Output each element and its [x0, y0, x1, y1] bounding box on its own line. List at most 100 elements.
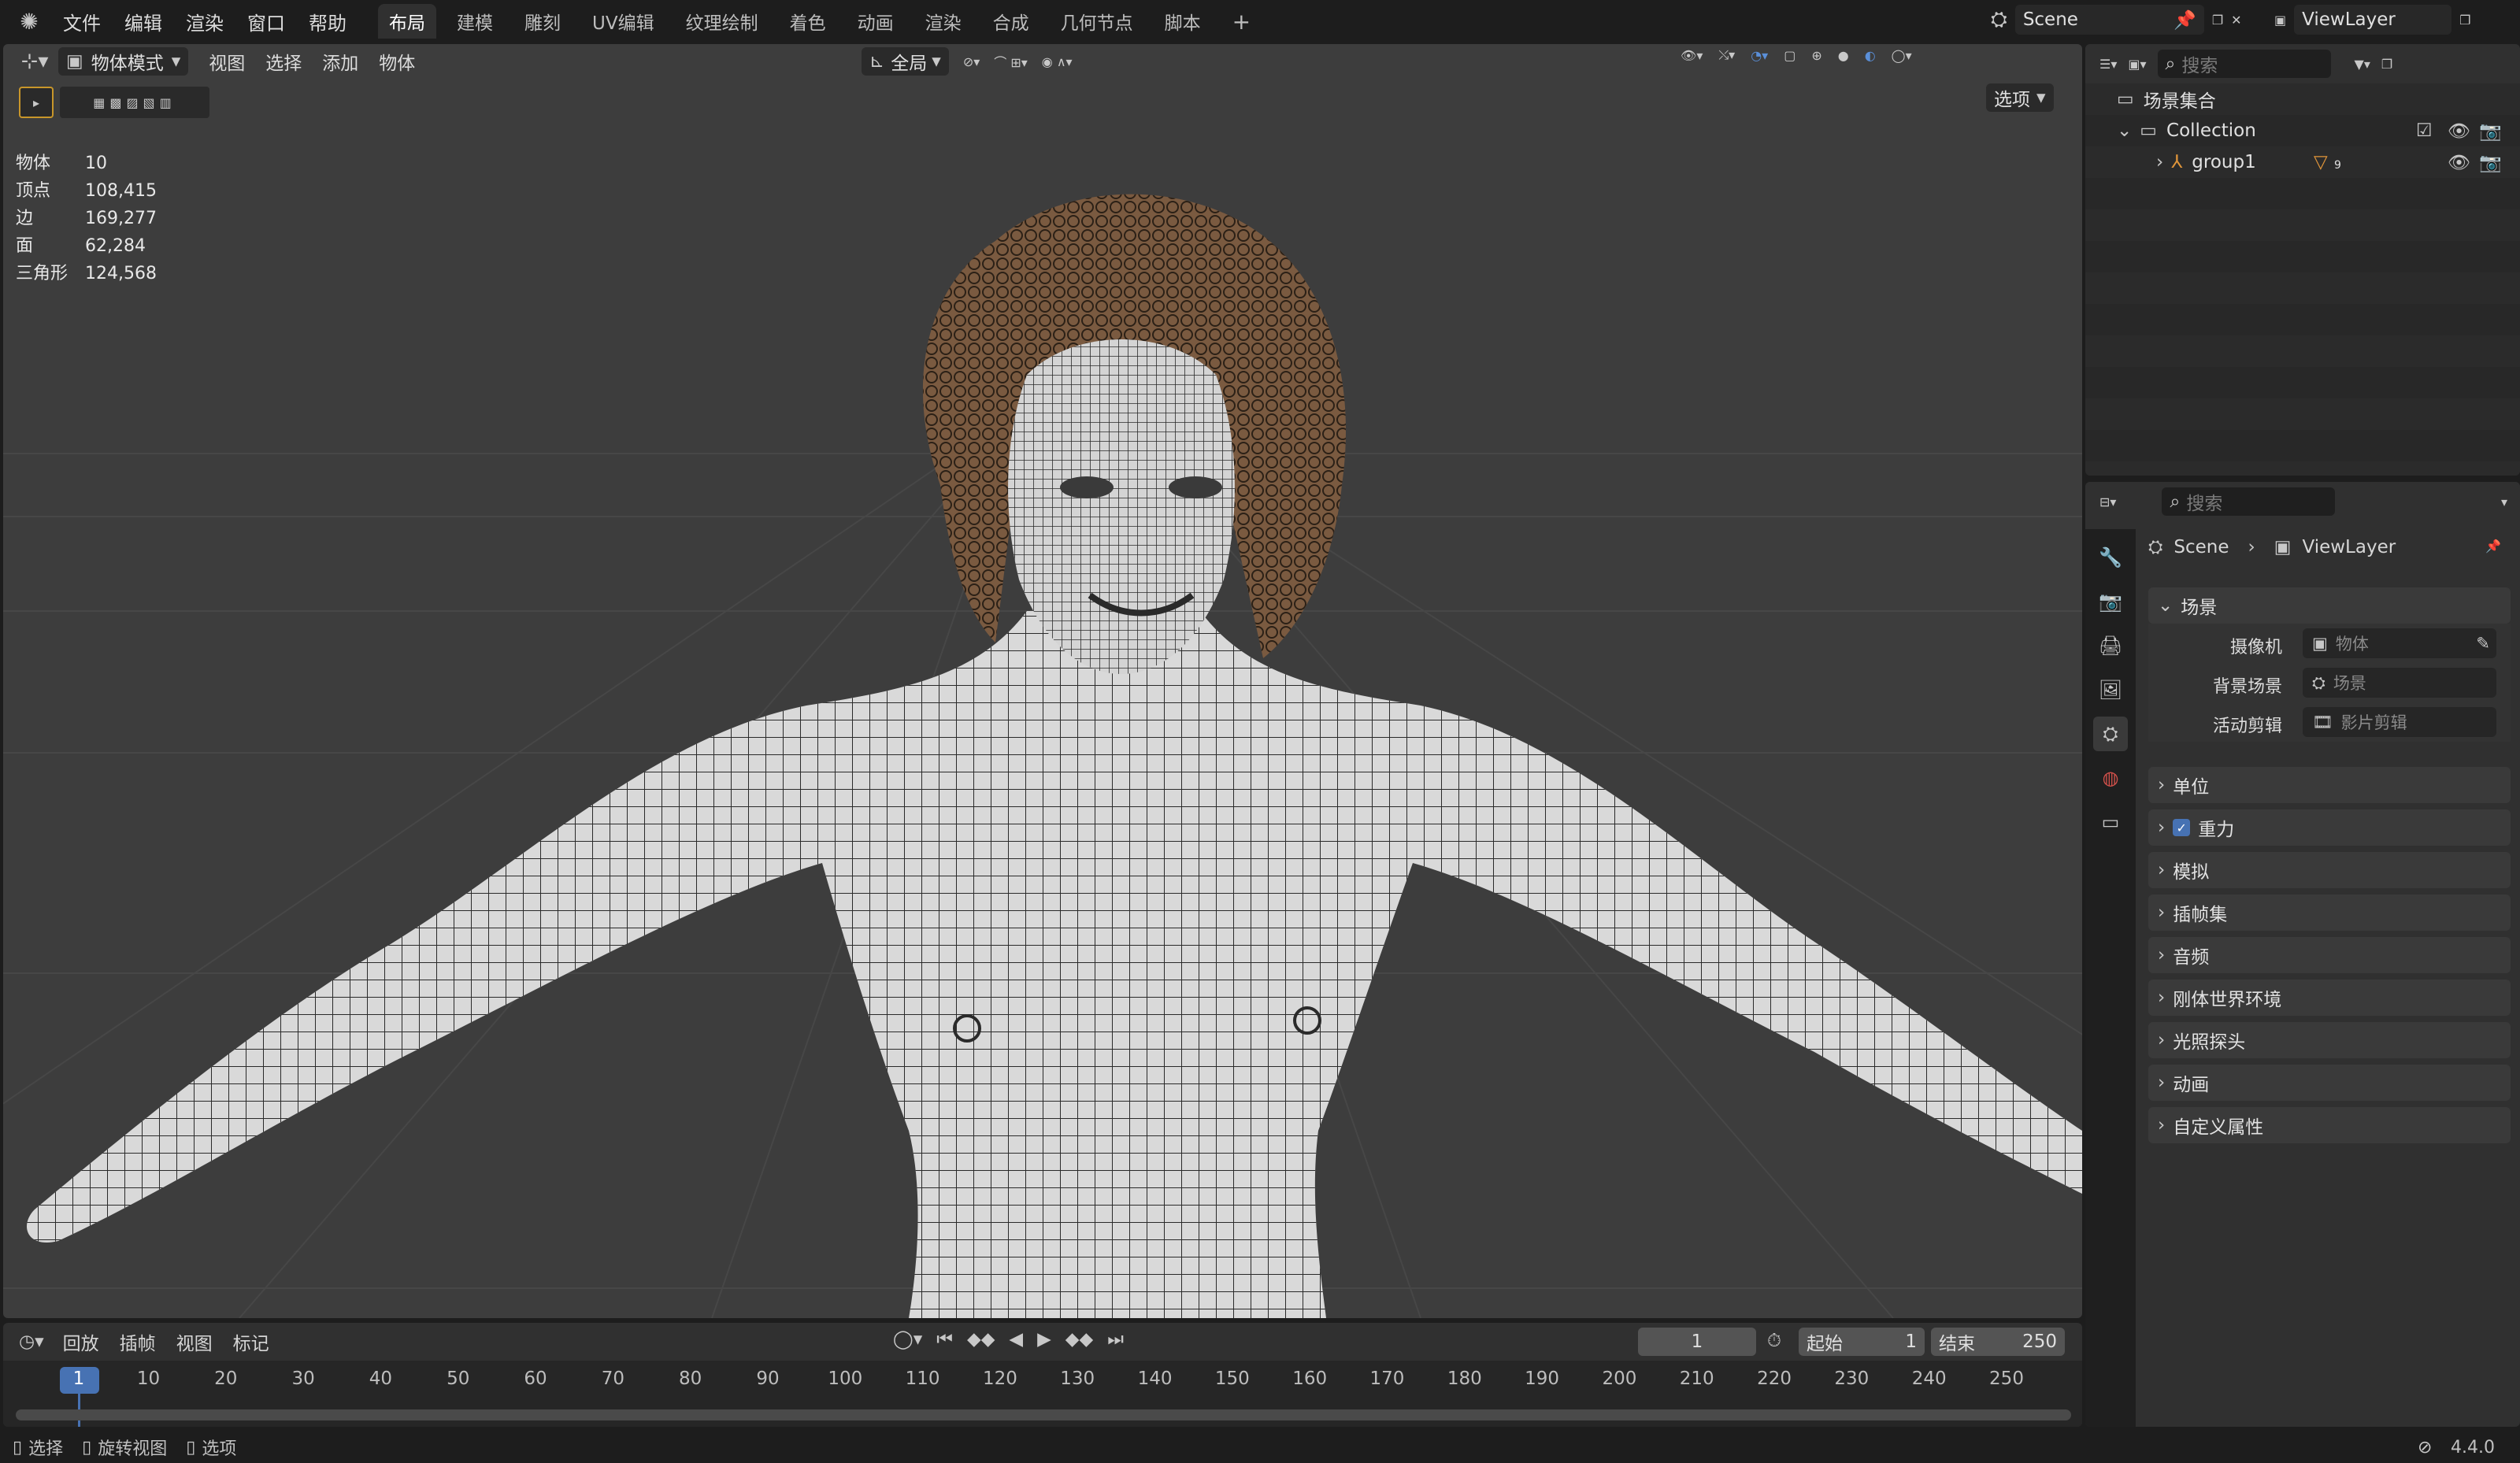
tab-texture-paint[interactable]: 纹理绘制 — [675, 4, 769, 39]
jump-start-icon[interactable]: ⏮ — [936, 1329, 953, 1350]
tool-tab-icon[interactable]: 🔧 — [2093, 540, 2128, 575]
menu-add[interactable]: 添加 — [322, 48, 358, 75]
scene-name-field[interactable]: Scene 📌 — [2014, 5, 2204, 35]
timeline-scrollbar[interactable] — [16, 1409, 2071, 1420]
next-keyframe-icon[interactable]: ◆◆ — [1065, 1329, 1093, 1350]
xray-icon[interactable]: ▢ — [1784, 48, 1796, 63]
world-tab-icon[interactable]: ◍ — [2093, 761, 2128, 795]
current-frame-field[interactable]: 1 — [1638, 1328, 1756, 1356]
rigid-body-world-panel[interactable]: › 刚体世界环境 — [2148, 980, 2511, 1016]
menu-marker[interactable]: 标记 — [233, 1328, 269, 1355]
solid-shading-icon[interactable]: ● — [1838, 48, 1849, 63]
eyedropper-icon[interactable]: ✎ — [2476, 634, 2490, 653]
outliner-collection-row[interactable]: ⌄ ▭ Collection ☑ 👁 📷 — [2085, 115, 2520, 146]
properties-search-input[interactable]: ⌕ 搜索 — [2162, 487, 2336, 516]
new-view-layer-icon[interactable]: ❐ — [2459, 13, 2470, 28]
scene-icon[interactable]: ⛭ — [1991, 8, 2007, 32]
chevron-right-icon[interactable]: › — [2156, 152, 2163, 172]
snap-icon[interactable]: ⌒ ⊞▾ — [994, 52, 1028, 71]
camera-field[interactable]: ▣ 物体 ✎ — [2303, 628, 2496, 658]
menu-view[interactable]: 视图 — [209, 48, 245, 75]
view-layer-field[interactable]: ViewLayer — [2294, 5, 2452, 35]
pivot-icon[interactable]: ⊘▾ — [963, 54, 980, 69]
tab-geometry-nodes[interactable]: 几何节点 — [1050, 4, 1144, 39]
menu-view[interactable]: 视图 — [176, 1328, 213, 1355]
record-icon[interactable]: ◯▾ — [893, 1329, 922, 1350]
transform-orientation[interactable]: ⊾ 全局 ▾ — [862, 47, 949, 76]
add-workspace-button[interactable]: + — [1221, 4, 1262, 39]
overlays-icon[interactable]: ◔▾ — [1751, 48, 1768, 63]
eye-icon[interactable]: 👁 — [2448, 120, 2470, 142]
camera-icon[interactable]: 📷 — [2479, 152, 2502, 173]
filter-icon[interactable]: ▼▾ — [2355, 57, 2370, 72]
checkbox-icon[interactable]: ☑ — [2416, 120, 2433, 141]
timer-icon[interactable]: ⏱ — [1767, 1331, 1781, 1351]
editor-type-icon[interactable]: ⊟▾ — [2099, 494, 2116, 509]
play-reverse-icon[interactable]: ◀ — [1009, 1329, 1023, 1350]
camera-icon[interactable]: 📷 — [2479, 120, 2502, 142]
menu-object[interactable]: 物体 — [379, 48, 415, 75]
tab-modeling[interactable]: 建模 — [446, 4, 504, 39]
collection-tab-icon[interactable]: ▭ — [2093, 805, 2128, 839]
3d-viewport[interactable]: ⊹▾ ▣ 物体模式 ▾ 视图 选择 添加 物体 ⊾ 全局 ▾ ⊘▾ ⌒ ⊞▾ ◉… — [3, 44, 2082, 1318]
outliner-search-input[interactable]: ⌕ 搜索 — [2157, 50, 2331, 78]
end-frame-field[interactable]: 结束 250 — [1931, 1328, 2065, 1356]
select-mode-icons[interactable]: ▦▩▨▧▥ — [60, 87, 209, 118]
light-probes-panel[interactable]: › 光照探头 — [2148, 1022, 2511, 1058]
mode-selector[interactable]: ▣ 物体模式 ▾ — [58, 47, 189, 76]
outliner-object-row[interactable]: › ⅄ group1 ▽ 9 👁 📷 — [2085, 146, 2520, 178]
blender-logo-icon[interactable]: ✺ — [9, 9, 49, 35]
outliner-scene-collection[interactable]: ▭ 场景集合 — [2085, 83, 2520, 115]
material-shading-icon[interactable]: ◐ — [1865, 48, 1876, 63]
scene-tab-icon[interactable]: ⛭ — [2093, 717, 2128, 751]
options-button[interactable]: 选项 ▾ — [1986, 83, 2054, 112]
animation-panel[interactable]: › 动画 — [2148, 1065, 2511, 1101]
active-clip-field[interactable]: 🎞 影片剪辑 — [2303, 707, 2496, 737]
tab-compositing[interactable]: 合成 — [982, 4, 1040, 39]
menu-file[interactable]: 文件 — [63, 8, 101, 35]
output-tab-icon[interactable]: 🖨 — [2093, 628, 2128, 663]
tab-animation[interactable]: 动画 — [847, 4, 905, 39]
new-scene-icon[interactable]: ❐ — [2212, 13, 2223, 28]
editor-type-icon[interactable]: ☰▾ — [2099, 57, 2117, 72]
menu-edit[interactable]: 编辑 — [124, 8, 162, 35]
play-icon[interactable]: ▶ — [1037, 1329, 1051, 1350]
menu-help[interactable]: 帮助 — [309, 8, 346, 35]
tab-rendering[interactable]: 渲染 — [914, 4, 973, 39]
tab-shading[interactable]: 着色 — [779, 4, 837, 39]
editor-type-icon[interactable]: ⊹▾ — [11, 50, 58, 73]
prev-keyframe-icon[interactable]: ◆◆ — [967, 1329, 995, 1350]
render-tab-icon[interactable]: 📷 — [2093, 584, 2128, 619]
new-collection-icon[interactable]: ❐ — [2381, 57, 2392, 72]
jump-end-icon[interactable]: ⏭ — [1107, 1329, 1124, 1350]
eye-icon[interactable]: 👁 — [2448, 152, 2470, 173]
keying-sets-panel[interactable]: › 插帧集 — [2148, 894, 2511, 931]
visibility-icon[interactable]: 👁▾ — [1681, 48, 1703, 63]
tab-layout[interactable]: 布局 — [378, 4, 436, 39]
pin-icon[interactable]: 📌 — [2485, 539, 2501, 554]
simulation-panel[interactable]: › 模拟 — [2148, 852, 2511, 888]
editor-type-icon[interactable]: ◷▾ — [19, 1332, 44, 1352]
delete-scene-icon[interactable]: ✕ — [2231, 13, 2241, 28]
custom-properties-panel[interactable]: › 自定义属性 — [2148, 1107, 2511, 1143]
units-panel[interactable]: › 单位 — [2148, 767, 2511, 803]
wireframe-shading-icon[interactable]: ⊕ — [1811, 48, 1821, 63]
audio-panel[interactable]: › 音频 — [2148, 937, 2511, 973]
view-layer-icon[interactable]: ▣ — [2274, 13, 2286, 28]
menu-playback[interactable]: 回放 — [63, 1328, 99, 1355]
menu-window[interactable]: 窗口 — [247, 8, 285, 35]
gizmo-icon[interactable]: ⤯▾ — [1718, 47, 1735, 63]
menu-keying[interactable]: 插帧 — [120, 1328, 156, 1355]
gravity-panel[interactable]: › ✓ 重力 — [2148, 809, 2511, 846]
bg-scene-field[interactable]: ⛭ 场景 — [2303, 668, 2496, 698]
proportional-edit-icon[interactable]: ◉ ∧▾ — [1042, 54, 1073, 69]
tab-scripting[interactable]: 脚本 — [1154, 4, 1212, 39]
rendered-shading-icon[interactable]: ◯▾ — [1892, 48, 1912, 63]
tab-sculpting[interactable]: 雕刻 — [513, 4, 572, 39]
view-layer-tab-icon[interactable]: 🖼 — [2093, 672, 2128, 707]
tab-uv-editing[interactable]: UV编辑 — [581, 4, 665, 39]
select-cursor-icon[interactable]: ▸ — [19, 87, 54, 118]
display-mode-icon[interactable]: ▣▾ — [2128, 57, 2146, 72]
chevron-down-icon[interactable]: ▾ — [2501, 494, 2507, 509]
scene-panel-header[interactable]: ⌄ 场景 — [2148, 587, 2511, 624]
